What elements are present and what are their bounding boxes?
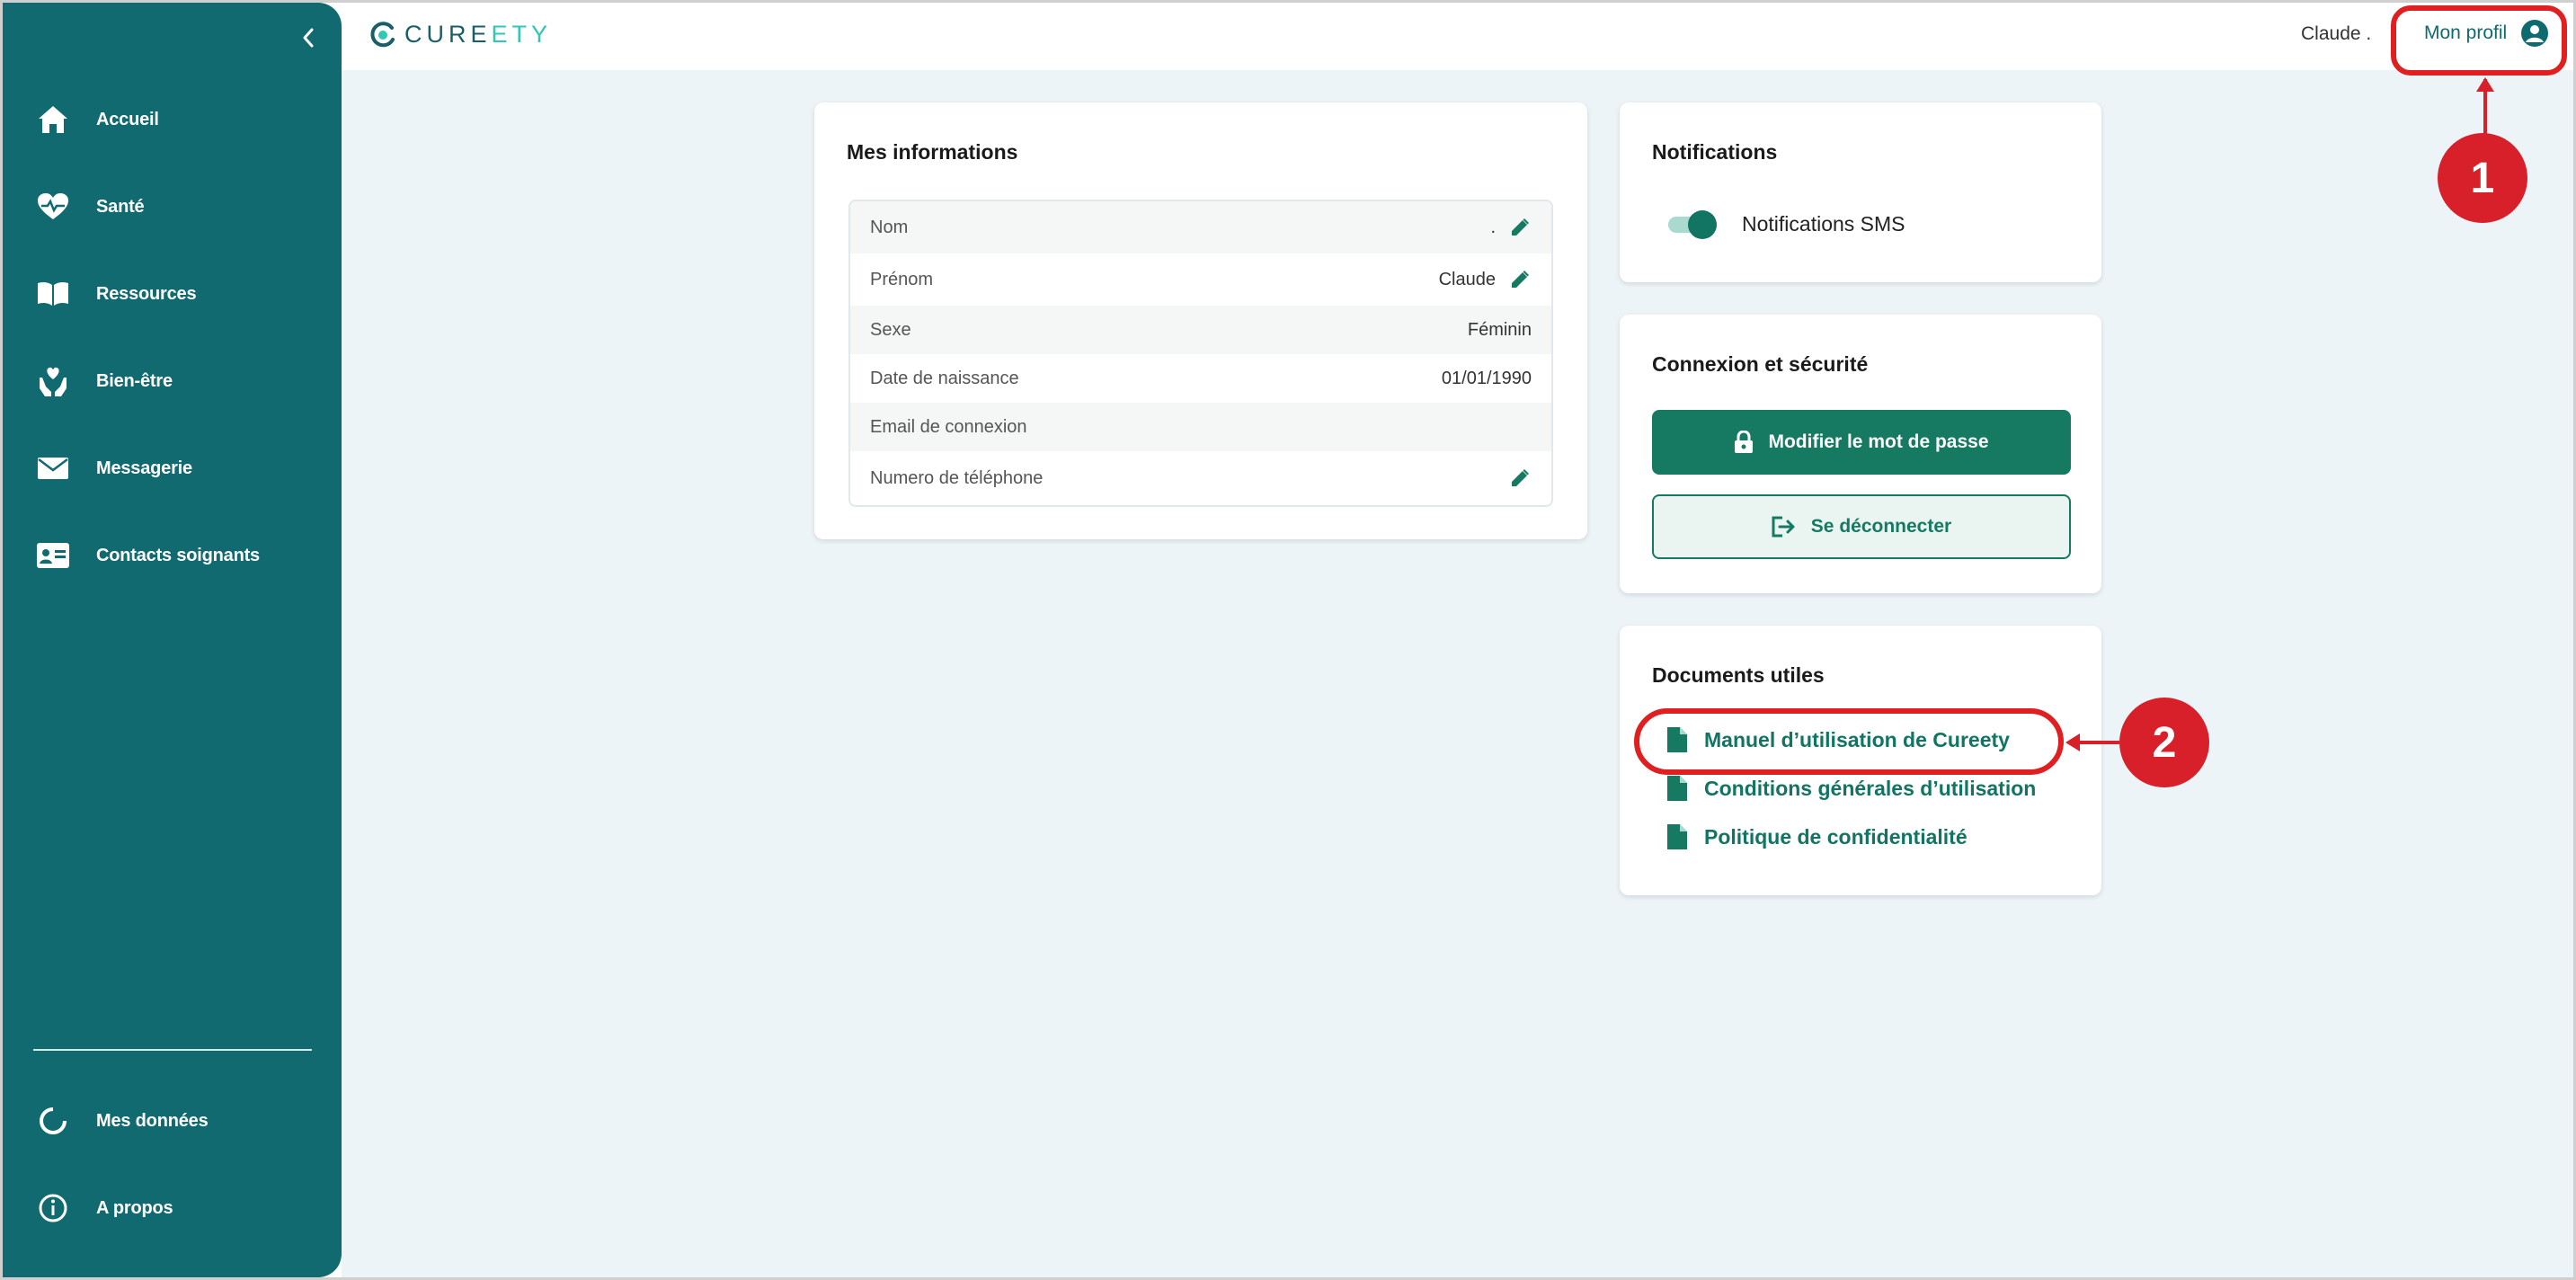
sidebar-item-contacts-soignants[interactable]: Contacts soignants (35, 533, 323, 578)
book-icon (35, 276, 71, 312)
edit-nom-button[interactable] (1508, 216, 1532, 239)
pencil-icon (1512, 218, 1529, 236)
sidebar-item-label: Accueil (96, 109, 159, 129)
info-row-telephone: Numero de téléphone (850, 451, 1551, 505)
info-row-email: Email de connexion (850, 403, 1551, 451)
data-circle-icon (35, 1103, 71, 1139)
sidebar-item-bien-etre[interactable]: Bien-être (35, 359, 323, 404)
info-key: Prénom (870, 269, 934, 289)
info-table: Nom . Prénom Claude Sexe Féminin Date de… (848, 200, 1553, 507)
documents-title: Documents utiles (1652, 663, 1825, 687)
info-key: Date de naissance (870, 368, 1019, 388)
sidebar-item-label: Messagerie (96, 458, 192, 478)
logout-button[interactable]: Se déconnecter (1652, 494, 2071, 559)
change-password-button[interactable]: Modifier le mot de passe (1652, 410, 2071, 475)
sidebar-item-label: Contacts soignants (96, 545, 260, 565)
heart-pulse-icon (35, 189, 71, 225)
info-card-title: Mes informations (847, 140, 1018, 164)
info-row-date-naissance: Date de naissance 01/01/1990 (850, 354, 1551, 403)
sidebar-divider (33, 1049, 312, 1051)
logo-text-part-b: ETY (491, 20, 553, 48)
annotation-arrow-1 (2476, 77, 2494, 137)
info-row-nom: Nom . (850, 201, 1551, 253)
logout-label: Se déconnecter (1810, 516, 1952, 537)
toggle-knob (1688, 210, 1717, 239)
sidebar-item-accueil[interactable]: Accueil (35, 97, 323, 142)
info-value: 01/01/1990 (1441, 368, 1532, 388)
doc-link-label: Politique de confidentialité (1704, 824, 1968, 849)
sidebar-item-label: Ressources (96, 283, 197, 304)
hands-heart-icon (35, 363, 71, 399)
sidebar-item-label: Mes données (96, 1110, 209, 1131)
chevron-left-icon (303, 28, 314, 48)
sidebar-item-label: Bien-être (96, 370, 173, 391)
header-username: Claude . (2301, 23, 2372, 44)
info-value: Féminin (1467, 319, 1532, 340)
sidebar-item-label: Santé (96, 196, 145, 217)
contact-card-icon (35, 538, 71, 573)
logo-mark-icon (370, 22, 395, 48)
info-card: Mes informations Nom . Prénom Claude Sex… (814, 102, 1587, 539)
logout-icon (1772, 516, 1797, 538)
security-title: Connexion et sécurité (1652, 352, 1869, 376)
doc-link-label: Conditions générales d’utilisation (1704, 776, 2037, 800)
logo-text-part-a: CURE (404, 20, 492, 48)
info-row-sexe: Sexe Féminin (850, 306, 1551, 354)
info-row-prenom: Prénom Claude (850, 253, 1551, 306)
info-key: Numero de téléphone (870, 467, 1044, 488)
doc-link-cgu[interactable]: Conditions générales d’utilisation (1666, 775, 2036, 802)
collapse-sidebar-button[interactable] (295, 22, 322, 53)
notifications-title: Notifications (1652, 140, 1778, 164)
pencil-icon (1512, 271, 1529, 288)
sms-toggle[interactable] (1668, 210, 1717, 239)
edit-telephone-button[interactable] (1508, 467, 1532, 490)
annotation-arrow-2 (2065, 733, 2119, 751)
logo-text: CUREETY (404, 21, 552, 49)
info-key: Nom (870, 217, 909, 237)
sidebar-item-ressources[interactable]: Ressources (35, 271, 323, 316)
cureety-logo[interactable]: CUREETY (369, 16, 552, 52)
info-key: Sexe (870, 319, 911, 340)
sidebar-item-a-propos[interactable]: A propos (35, 1186, 323, 1231)
info-key: Email de connexion (870, 416, 1027, 437)
doc-link-confidentialite[interactable]: Politique de confidentialité (1666, 823, 1968, 850)
sms-label: Notifications SMS (1742, 212, 1905, 236)
top-bar (342, 3, 2573, 70)
document-icon (1667, 776, 1687, 801)
annotation-badge-1: 1 (2438, 133, 2527, 223)
info-value: . (1490, 217, 1496, 237)
sidebar-item-label: A propos (96, 1197, 173, 1218)
security-card: Connexion et sécurité Modifier le mot de… (1620, 315, 2101, 593)
sidebar-item-mes-donnees[interactable]: Mes données (35, 1098, 323, 1143)
info-value: Claude (1438, 269, 1496, 289)
annotation-highlight-2 (1634, 708, 2064, 775)
info-icon (35, 1190, 71, 1226)
pencil-icon (1512, 469, 1529, 486)
sidebar-item-messagerie[interactable]: Messagerie (35, 446, 323, 491)
sidebar: Accueil Santé Ressources Bien-être Messa… (3, 3, 342, 1277)
envelope-icon (35, 450, 71, 486)
lock-icon (1734, 431, 1754, 454)
annotation-badge-2: 2 (2119, 698, 2209, 787)
annotation-highlight-1 (2391, 5, 2567, 76)
home-icon (35, 102, 71, 138)
document-icon (1667, 824, 1687, 849)
notifications-card: Notifications Notifications SMS (1620, 102, 2101, 282)
edit-prenom-button[interactable] (1508, 268, 1532, 291)
sidebar-item-sante[interactable]: Santé (35, 184, 323, 229)
change-password-label: Modifier le mot de passe (1768, 431, 1989, 452)
